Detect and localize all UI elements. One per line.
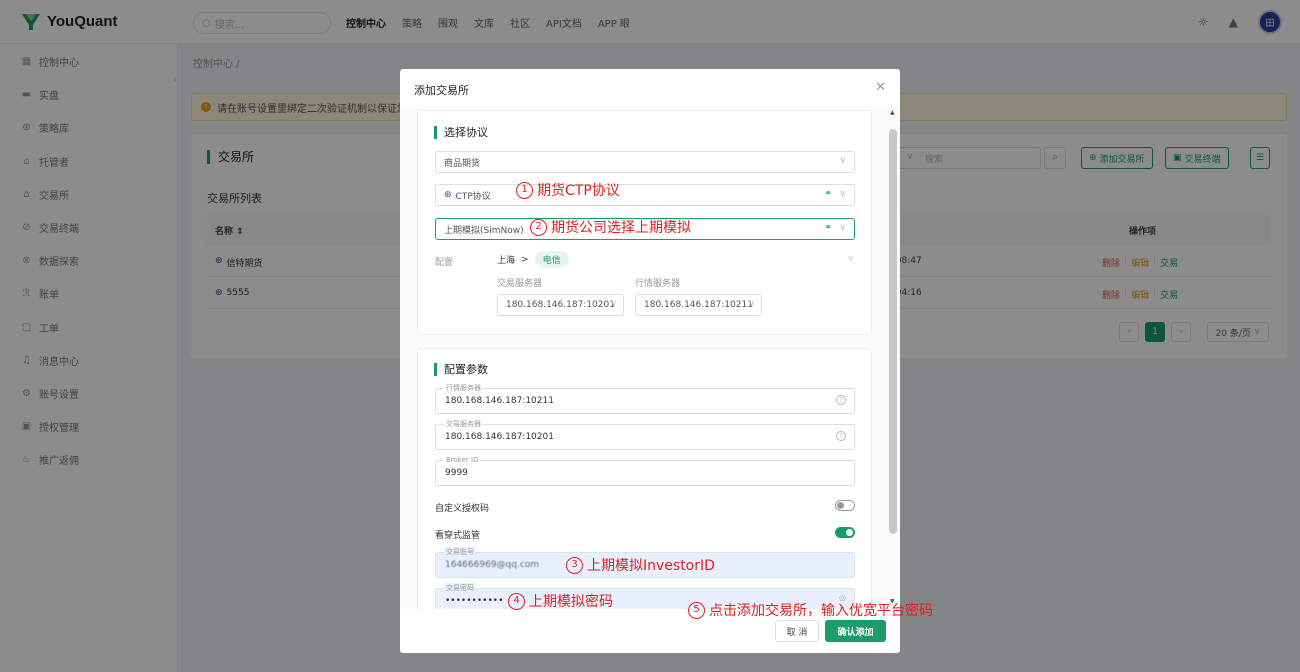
quote-server-select[interactable]: 180.168.146.187:10211 ∨: [635, 294, 762, 316]
server-region: 上海 > 电信: [497, 251, 569, 268]
trade-server-select[interactable]: 180.168.146.187:10201 ∨: [497, 294, 624, 316]
trade-server-field[interactable]: 交易服务器 180.168.146.187:10201 ?: [435, 419, 855, 450]
annotation-number: 2: [530, 218, 547, 236]
annotation-number: 5: [688, 601, 705, 619]
annotation-number: 3: [566, 556, 583, 574]
annotation-text: 点击添加交易所，输入优宽平台密码: [709, 603, 933, 619]
scroll-thumb[interactable]: [889, 129, 897, 534]
custom-auth-toggle[interactable]: [835, 500, 855, 511]
broker-value: 上期模拟(SimNow): [444, 225, 524, 236]
cancel-button[interactable]: 取 消: [775, 620, 819, 642]
custom-auth-label: 自定义授权码: [435, 504, 490, 514]
protocol-value: CTP协议: [455, 191, 491, 202]
quote-server-label: 行情服务器: [635, 279, 681, 289]
params-section-title: 配置参数: [434, 363, 488, 376]
protocol-select[interactable]: ⊛ CTP协议 ⚭ ∨: [435, 184, 855, 206]
chevron-down-icon: ∨: [748, 299, 755, 309]
chevron-down-icon: ∨: [839, 156, 846, 166]
ctp-icon: ⊛: [444, 190, 452, 200]
annotation-text: 上期模拟InvestorID: [587, 558, 715, 574]
see-through-toggle[interactable]: [835, 527, 855, 538]
annotation-5: 5 点击添加交易所，输入优宽平台密码: [688, 600, 933, 620]
field-value: 180.168.146.187:10201: [445, 432, 554, 442]
carrier-tag[interactable]: 电信: [534, 251, 569, 268]
protocol-section-title: 选择协议: [434, 126, 488, 139]
annotation-2: 2 期货公司选择上期模拟: [530, 217, 691, 237]
broker-id-field[interactable]: Broker ID 9999: [435, 455, 855, 486]
field-value: 180.168.146.187:10211: [445, 396, 554, 406]
city-arrow: >: [521, 254, 529, 265]
trade-server-label: 交易服务器: [497, 279, 543, 289]
annotation-1: 1 期货CTP协议: [516, 180, 620, 200]
quote-server-value: 180.168.146.187:10211: [644, 300, 753, 310]
exchange-type-value: 商品期货: [444, 158, 481, 169]
link-icon: ⚭: [824, 223, 832, 233]
field-legend: 交易服务器: [444, 419, 483, 429]
annotation-number: 4: [508, 592, 525, 610]
scroll-up-icon[interactable]: ▲: [890, 109, 895, 116]
annotation-text: 期货CTP协议: [537, 183, 620, 199]
trade-server-value: 180.168.146.187:10201: [506, 300, 615, 310]
dialog-title: 添加交易所: [414, 84, 469, 97]
link-icon: ⚭: [824, 189, 832, 199]
chevron-down-icon: ∨: [839, 223, 846, 233]
custom-auth-row: 自定义授权码: [435, 500, 855, 514]
annotation-text: 上期模拟密码: [529, 594, 613, 610]
exchange-type-select[interactable]: 商品期货 ∨: [435, 151, 855, 173]
dialog-scrollbar[interactable]: ▲ ▼: [888, 107, 898, 609]
city-label[interactable]: 上海: [497, 253, 515, 266]
field-value: 164666969@qq.com: [445, 560, 540, 570]
params-card: 配置参数 行情服务器 180.168.146.187:10211 ? 交易服务器…: [417, 348, 872, 618]
chevron-down-icon: ∨: [610, 299, 617, 309]
chevron-down-icon: ∨: [839, 189, 846, 199]
help-icon[interactable]: ?: [836, 395, 846, 405]
field-legend: 行情服务器: [444, 383, 483, 393]
chevron-down-icon[interactable]: ∨: [847, 254, 854, 264]
field-legend: 交易账号: [444, 547, 476, 557]
field-value: 9999: [445, 468, 468, 478]
quote-server-field[interactable]: 行情服务器 180.168.146.187:10211 ?: [435, 383, 855, 414]
help-icon[interactable]: ?: [836, 431, 846, 441]
see-through-row: 看穿式监管: [435, 527, 855, 541]
see-through-label: 看穿式监管: [435, 531, 481, 541]
field-legend: Broker ID: [444, 455, 481, 465]
annotation-4: 4 上期模拟密码: [508, 591, 613, 611]
dialog-body[interactable]: 选择协议 商品期货 ∨ ⊛ CTP协议 ⚭ ∨ 上期模拟(SimNow) ⚭ ∨…: [400, 107, 900, 618]
confirm-add-button[interactable]: 确认添加: [825, 620, 886, 642]
close-icon[interactable]: ✕: [875, 80, 886, 95]
annotation-text: 期货公司选择上期模拟: [551, 220, 691, 236]
config-label: 配置: [435, 258, 454, 268]
field-value: •••••••••••: [445, 596, 504, 606]
field-legend: 交易密码: [444, 583, 476, 593]
annotation-3: 3 上期模拟InvestorID: [566, 555, 715, 575]
annotation-number: 1: [516, 181, 533, 199]
